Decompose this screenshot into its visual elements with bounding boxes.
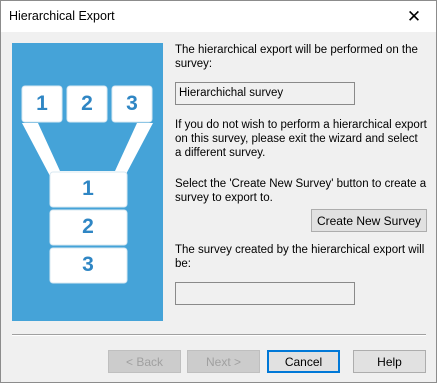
exit-instructions-text: If you do not wish to perform a hierarch… bbox=[175, 119, 427, 159]
top-box-label-3: 3 bbox=[126, 92, 138, 115]
title-bar: Hierarchical Export ✕ bbox=[1, 1, 436, 32]
back-button[interactable]: < Back bbox=[108, 350, 181, 373]
bottom-box-label-3: 3 bbox=[82, 253, 94, 276]
hierarchical-export-dialog: Hierarchical Export ✕ 1 2 3 1 2 3 The hi… bbox=[0, 0, 437, 383]
create-instructions-text: Select the 'Create New Survey' button to… bbox=[175, 178, 427, 204]
create-new-survey-button[interactable]: Create New Survey bbox=[311, 209, 427, 232]
footer-divider bbox=[12, 334, 426, 336]
result-text: The survey created by the hierarchical e… bbox=[175, 244, 425, 270]
top-box-label-1: 1 bbox=[36, 92, 48, 115]
bottom-box-label-1: 1 bbox=[82, 177, 94, 200]
bottom-box-label-2: 2 bbox=[82, 215, 94, 238]
window-title: Hierarchical Export bbox=[9, 9, 115, 23]
intro-text: The hierarchical export will be performe… bbox=[175, 44, 418, 70]
top-box-label-2: 2 bbox=[81, 92, 93, 115]
hierarchy-illustration: 1 2 3 1 2 3 bbox=[12, 43, 163, 321]
next-button[interactable]: Next > bbox=[187, 350, 260, 373]
close-icon: ✕ bbox=[406, 6, 422, 26]
result-survey-field bbox=[175, 282, 355, 305]
help-button[interactable]: Help bbox=[353, 350, 426, 373]
close-button[interactable]: ✕ bbox=[392, 1, 436, 32]
current-survey-field: Hierarchichal survey bbox=[175, 82, 355, 105]
cancel-button[interactable]: Cancel bbox=[267, 350, 340, 373]
